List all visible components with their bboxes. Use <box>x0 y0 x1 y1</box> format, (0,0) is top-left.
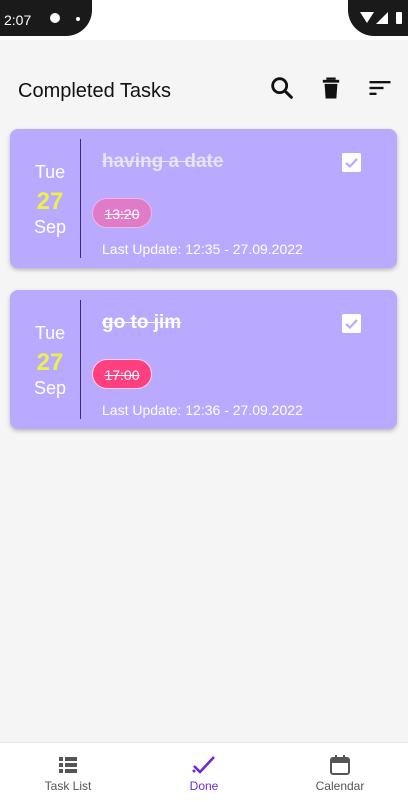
task-date: 27 <box>36 188 64 215</box>
search-icon[interactable] <box>268 74 296 102</box>
settings-icon <box>50 13 60 23</box>
bottom-navigation: Task List Done Calendar <box>0 742 408 802</box>
task-day: Tue <box>34 323 66 343</box>
nav-label: Calendar <box>315 779 365 793</box>
task-time-chip[interactable]: 17:00 <box>92 359 152 389</box>
nav-item-done[interactable]: Done <box>136 743 272 802</box>
task-card[interactable]: Tue 27 Sep go to jim 17:00 Last Update: … <box>10 290 397 429</box>
task-day: Tue <box>34 162 66 182</box>
card-divider <box>80 300 81 419</box>
list-icon <box>59 757 77 773</box>
task-date: 27 <box>36 349 64 376</box>
task-month: Sep <box>33 378 67 398</box>
page-title: Completed Tasks <box>18 80 172 102</box>
task-time-chip[interactable]: 13:20 <box>92 198 152 228</box>
task-checkbox[interactable] <box>342 153 361 172</box>
nav-item-calendar[interactable]: Calendar <box>272 743 408 802</box>
status-time: 2:07 <box>4 12 32 28</box>
task-card[interactable]: Tue 27 Sep having a date 13:20 Last Upda… <box>10 129 397 268</box>
battery-icon <box>396 12 402 24</box>
nav-item-task-list[interactable]: Task List <box>0 743 136 802</box>
task-last-update: Last Update: 12:36 - 27.09.2022 <box>102 402 303 418</box>
task-title: having a date <box>102 151 224 172</box>
delete-icon[interactable] <box>317 74 345 102</box>
signal-icon <box>376 12 388 24</box>
notification-dot-icon <box>76 17 80 21</box>
wifi-icon <box>360 12 374 23</box>
calendar-icon <box>330 755 350 775</box>
nav-label: Done <box>189 779 219 793</box>
task-month: Sep <box>33 217 67 237</box>
task-last-update: Last Update: 12:35 - 27.09.2022 <box>102 241 303 257</box>
sort-icon[interactable] <box>366 74 394 102</box>
task-title: go to jim <box>102 312 182 333</box>
status-bar: 2:07 <box>0 0 408 40</box>
nav-label: Task List <box>44 779 92 793</box>
done-check-icon <box>192 756 215 774</box>
task-checkbox[interactable] <box>342 314 361 333</box>
card-divider <box>80 139 81 258</box>
